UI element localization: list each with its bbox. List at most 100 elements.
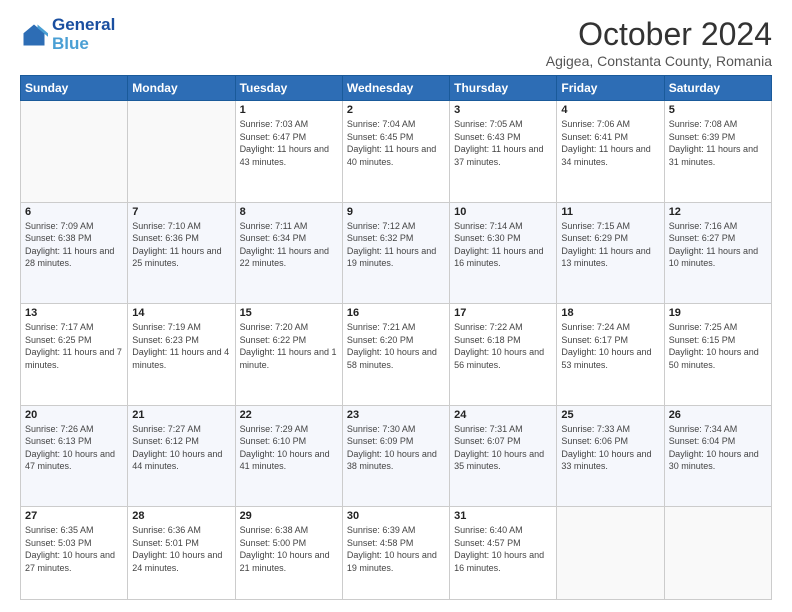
day-number: 2 (347, 104, 445, 116)
logo-line1: General (52, 16, 115, 35)
title-section: October 2024 Agigea, Constanta County, R… (546, 16, 772, 69)
day-info: Sunrise: 7:08 AMSunset: 6:39 PMDaylight:… (669, 118, 767, 168)
calendar-cell (21, 101, 128, 203)
calendar-cell: 26 Sunrise: 7:34 AMSunset: 6:04 PMDayligh… (664, 405, 771, 507)
day-info: Sunrise: 6:35 AMSunset: 5:03 PMDaylight:… (25, 524, 123, 574)
week-row-2: 6 Sunrise: 7:09 AMSunset: 6:38 PMDaylight… (21, 202, 772, 304)
calendar-cell: 2 Sunrise: 7:04 AMSunset: 6:45 PMDaylight… (342, 101, 449, 203)
calendar-cell (664, 507, 771, 600)
calendar-cell: 14 Sunrise: 7:19 AMSunset: 6:23 PMDayligh… (128, 304, 235, 406)
calendar-cell: 1 Sunrise: 7:03 AMSunset: 6:47 PMDaylight… (235, 101, 342, 203)
day-number: 24 (454, 409, 552, 421)
logo: General Blue (20, 16, 115, 53)
day-number: 15 (240, 307, 338, 319)
col-header-saturday: Saturday (664, 76, 771, 101)
day-number: 9 (347, 206, 445, 218)
day-info: Sunrise: 7:25 AMSunset: 6:15 PMDaylight:… (669, 321, 767, 371)
day-number: 30 (347, 510, 445, 522)
day-info: Sunrise: 7:29 AMSunset: 6:10 PMDaylight:… (240, 423, 338, 473)
week-row-3: 13 Sunrise: 7:17 AMSunset: 6:25 PMDayligh… (21, 304, 772, 406)
calendar-cell: 27 Sunrise: 6:35 AMSunset: 5:03 PMDayligh… (21, 507, 128, 600)
calendar-cell (557, 507, 664, 600)
day-info: Sunrise: 7:26 AMSunset: 6:13 PMDaylight:… (25, 423, 123, 473)
day-number: 6 (25, 206, 123, 218)
day-info: Sunrise: 6:40 AMSunset: 4:57 PMDaylight:… (454, 524, 552, 574)
calendar-cell: 23Sunrise: 7:30 AMSunset: 6:09 PMDayligh… (342, 405, 449, 507)
week-row-4: 20 Sunrise: 7:26 AMSunset: 6:13 PMDayligh… (21, 405, 772, 507)
day-number: 5 (669, 104, 767, 116)
day-info: Sunrise: 7:22 AMSunset: 6:18 PMDaylight:… (454, 321, 552, 371)
header: General Blue October 2024 Agigea, Consta… (20, 16, 772, 69)
calendar-cell: 30Sunrise: 6:39 AMSunset: 4:58 PMDayligh… (342, 507, 449, 600)
day-number: 11 (561, 206, 659, 218)
day-info: Sunrise: 7:14 AMSunset: 6:30 PMDaylight:… (454, 220, 552, 270)
day-number: 22 (240, 409, 338, 421)
day-info: Sunrise: 6:38 AMSunset: 5:00 PMDaylight:… (240, 524, 338, 574)
day-info: Sunrise: 7:33 AMSunset: 6:06 PMDaylight:… (561, 423, 659, 473)
calendar-cell: 15Sunrise: 7:20 AMSunset: 6:22 PMDayligh… (235, 304, 342, 406)
calendar-cell: 25 Sunrise: 7:33 AMSunset: 6:06 PMDayligh… (557, 405, 664, 507)
header-row: SundayMondayTuesdayWednesdayThursdayFrid… (21, 76, 772, 101)
calendar-cell: 24 Sunrise: 7:31 AMSunset: 6:07 PMDayligh… (450, 405, 557, 507)
col-header-thursday: Thursday (450, 76, 557, 101)
day-number: 1 (240, 104, 338, 116)
day-number: 13 (25, 307, 123, 319)
col-header-friday: Friday (557, 76, 664, 101)
day-number: 7 (132, 206, 230, 218)
calendar-cell: 17 Sunrise: 7:22 AMSunset: 6:18 PMDayligh… (450, 304, 557, 406)
calendar-cell: 12 Sunrise: 7:16 AMSunset: 6:27 PMDayligh… (664, 202, 771, 304)
day-info: Sunrise: 7:05 AMSunset: 6:43 PMDaylight:… (454, 118, 552, 168)
day-info: Sunrise: 7:06 AMSunset: 6:41 PMDaylight:… (561, 118, 659, 168)
day-info: Sunrise: 7:24 AMSunset: 6:17 PMDaylight:… (561, 321, 659, 371)
calendar-cell: 13 Sunrise: 7:17 AMSunset: 6:25 PMDayligh… (21, 304, 128, 406)
day-number: 12 (669, 206, 767, 218)
calendar-cell: 31Sunrise: 6:40 AMSunset: 4:57 PMDayligh… (450, 507, 557, 600)
day-info: Sunrise: 7:03 AMSunset: 6:47 PMDaylight:… (240, 118, 338, 168)
day-number: 19 (669, 307, 767, 319)
day-number: 29 (240, 510, 338, 522)
day-number: 16 (347, 307, 445, 319)
calendar-cell: 22 Sunrise: 7:29 AMSunset: 6:10 PMDayligh… (235, 405, 342, 507)
calendar-cell: 29 Sunrise: 6:38 AMSunset: 5:00 PMDayligh… (235, 507, 342, 600)
page: General Blue October 2024 Agigea, Consta… (0, 0, 792, 612)
day-info: Sunrise: 7:19 AMSunset: 6:23 PMDaylight:… (132, 321, 230, 371)
calendar-cell: 10 Sunrise: 7:14 AMSunset: 6:30 PMDayligh… (450, 202, 557, 304)
calendar-cell: 11 Sunrise: 7:15 AMSunset: 6:29 PMDayligh… (557, 202, 664, 304)
day-number: 18 (561, 307, 659, 319)
calendar-cell: 8Sunrise: 7:11 AMSunset: 6:34 PMDaylight… (235, 202, 342, 304)
day-number: 20 (25, 409, 123, 421)
day-number: 26 (669, 409, 767, 421)
day-info: Sunrise: 7:16 AMSunset: 6:27 PMDaylight:… (669, 220, 767, 270)
day-number: 10 (454, 206, 552, 218)
day-number: 28 (132, 510, 230, 522)
col-header-tuesday: Tuesday (235, 76, 342, 101)
day-number: 21 (132, 409, 230, 421)
calendar-cell: 5 Sunrise: 7:08 AMSunset: 6:39 PMDaylight… (664, 101, 771, 203)
subtitle: Agigea, Constanta County, Romania (546, 53, 772, 69)
day-info: Sunrise: 7:17 AMSunset: 6:25 PMDaylight:… (25, 321, 123, 371)
day-number: 8 (240, 206, 338, 218)
day-number: 25 (561, 409, 659, 421)
calendar-cell: 20 Sunrise: 7:26 AMSunset: 6:13 PMDayligh… (21, 405, 128, 507)
day-info: Sunrise: 7:09 AMSunset: 6:38 PMDaylight:… (25, 220, 123, 270)
calendar-cell: 4 Sunrise: 7:06 AMSunset: 6:41 PMDaylight… (557, 101, 664, 203)
day-number: 27 (25, 510, 123, 522)
day-info: Sunrise: 7:15 AMSunset: 6:29 PMDaylight:… (561, 220, 659, 270)
day-info: Sunrise: 7:34 AMSunset: 6:04 PMDaylight:… (669, 423, 767, 473)
day-info: Sunrise: 7:12 AMSunset: 6:32 PMDaylight:… (347, 220, 445, 270)
day-info: Sunrise: 7:10 AMSunset: 6:36 PMDaylight:… (132, 220, 230, 270)
day-number: 3 (454, 104, 552, 116)
day-number: 14 (132, 307, 230, 319)
calendar-cell: 9 Sunrise: 7:12 AMSunset: 6:32 PMDaylight… (342, 202, 449, 304)
day-number: 17 (454, 307, 552, 319)
day-number: 4 (561, 104, 659, 116)
day-info: Sunrise: 7:30 AMSunset: 6:09 PMDaylight:… (347, 423, 445, 473)
calendar-cell: 16Sunrise: 7:21 AMSunset: 6:20 PMDayligh… (342, 304, 449, 406)
col-header-wednesday: Wednesday (342, 76, 449, 101)
calendar-cell: 3 Sunrise: 7:05 AMSunset: 6:43 PMDaylight… (450, 101, 557, 203)
calendar-cell: 18 Sunrise: 7:24 AMSunset: 6:17 PMDayligh… (557, 304, 664, 406)
col-header-sunday: Sunday (21, 76, 128, 101)
calendar-cell: 19 Sunrise: 7:25 AMSunset: 6:15 PMDayligh… (664, 304, 771, 406)
day-info: Sunrise: 7:04 AMSunset: 6:45 PMDaylight:… (347, 118, 445, 168)
day-info: Sunrise: 7:31 AMSunset: 6:07 PMDaylight:… (454, 423, 552, 473)
